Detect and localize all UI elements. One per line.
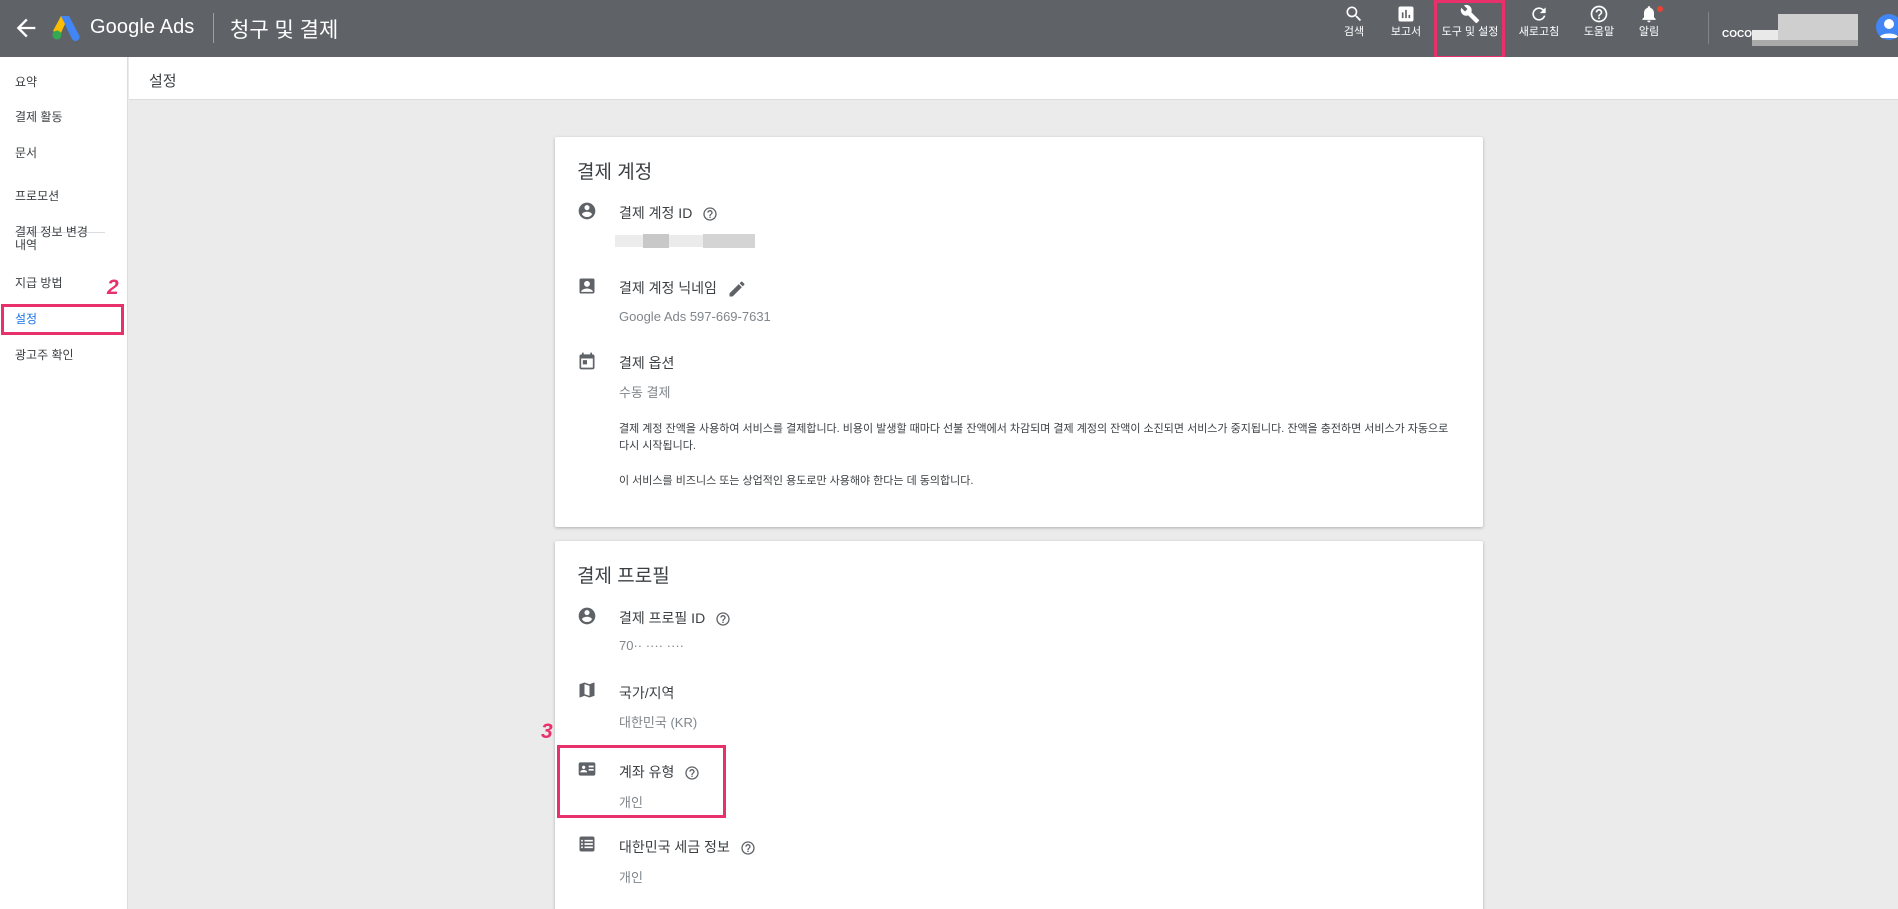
refresh-tool-label: 새로고침 — [1518, 26, 1560, 38]
account-circle-icon — [578, 607, 596, 625]
help-icon[interactable] — [740, 840, 756, 856]
sidebar-item-documents[interactable]: 문서 — [15, 147, 37, 160]
highlight-box-settings — [1, 304, 124, 335]
list-icon — [579, 836, 595, 852]
page-subheader: 설정 — [129, 57, 1898, 100]
notification-dot — [1657, 6, 1663, 12]
account-circle-icon — [578, 202, 596, 220]
sidebar-item-advertiser-verification[interactable]: 광고주 확인 — [15, 349, 74, 362]
page-title: 설정 — [149, 73, 177, 90]
avatar[interactable] — [1876, 14, 1898, 40]
contact-card-icon — [579, 278, 595, 294]
reports-tool-button[interactable]: 보고서 — [1385, 4, 1427, 38]
redacted-id-block — [669, 235, 703, 247]
help-circle-icon — [1590, 5, 1608, 23]
notifications-tool-label: 알림 — [1638, 26, 1660, 38]
annotation-marker-2: 2 — [107, 276, 119, 299]
sidebar: 요약 결제 활동 문서 프로모션 결제 정보 변경 내역 지급 방법 설정 광고… — [0, 57, 128, 909]
profile-id-label-text: 결제 프로필 ID — [619, 610, 706, 626]
map-icon — [579, 682, 595, 698]
google-ads-logo-icon — [52, 16, 80, 41]
user-avatar-icon — [1879, 19, 1898, 38]
calendar-icon — [579, 352, 595, 370]
tax-info-label: 대한민국 세금 정보 — [619, 837, 756, 857]
brand-name: Google Ads — [90, 16, 195, 38]
profile-id-label: 결제 프로필 ID — [619, 608, 731, 628]
search-tool-button[interactable]: 검색 — [1335, 4, 1373, 38]
payment-account-id-label-text: 결제 계정 ID — [619, 205, 693, 221]
redacted-id-block — [703, 234, 755, 248]
country-value: 대한민국 (KR) — [619, 715, 698, 730]
payment-profile-card: 결제 프로필 결제 프로필 ID 70·· ···· ···· 국가/지역 대한… — [555, 541, 1483, 909]
tax-info-label-text: 대한민국 세금 정보 — [619, 839, 730, 855]
header-divider — [213, 13, 214, 43]
business-use-agreement: 이 서비스를 비즈니스 또는 상업적인 용도로만 사용해야 한다는 데 동의합니… — [619, 475, 974, 487]
tax-info-value: 개인 — [619, 870, 643, 885]
sidebar-item-payment-history[interactable]: 결제 정보 변경 내역 — [15, 226, 97, 252]
sidebar-item-payment-methods[interactable]: 지급 방법 — [15, 277, 63, 290]
payment-option-label: 결제 옵션 — [619, 355, 675, 371]
edit-pencil-icon[interactable] — [727, 279, 747, 299]
annotation-marker-3: 3 — [541, 720, 553, 743]
redacted-id-block — [615, 235, 643, 247]
payment-profile-title: 결제 프로필 — [577, 566, 670, 587]
reports-tool-label: 보고서 — [1390, 26, 1422, 38]
sidebar-item-payment-activity[interactable]: 결제 활동 — [15, 111, 63, 124]
payment-option-description: 결제 계정 잔액을 사용하여 서비스를 결제합니다. 비용이 발생할 때마다 선… — [619, 423, 1449, 452]
refresh-tool-button[interactable]: 새로고침 — [1515, 4, 1563, 38]
redacted-id-block — [643, 234, 669, 248]
search-tool-label: 검색 — [1343, 26, 1365, 38]
payment-account-title: 결제 계정 — [577, 162, 653, 183]
nickname-label: 결제 계정 닉네임 — [619, 278, 747, 299]
country-label: 국가/지역 — [619, 685, 675, 701]
highlight-box-tools — [1434, 0, 1505, 59]
payment-option-value: 수동 결제 — [619, 385, 671, 400]
refresh-icon — [1532, 7, 1546, 21]
reports-icon — [1398, 6, 1414, 22]
bell-icon — [1642, 6, 1656, 23]
account-redacted-block — [1752, 40, 1858, 46]
back-arrow-icon[interactable] — [12, 14, 40, 42]
payment-account-id-label: 결제 계정 ID — [619, 203, 718, 223]
help-tool-button[interactable]: 도움말 — [1577, 4, 1621, 38]
highlight-box-account-type — [557, 745, 726, 818]
nickname-value: Google Ads 597-669-7631 — [619, 309, 771, 324]
top-bar: Google Ads 청구 및 결제 검색 보고서 도구 및 설정 새로고침 도… — [0, 0, 1898, 57]
help-icon[interactable] — [715, 611, 731, 627]
help-icon[interactable] — [702, 206, 718, 222]
profile-id-value: 70·· ···· ···· — [619, 638, 684, 653]
help-tool-label: 도움말 — [1583, 26, 1615, 38]
account-divider — [1708, 12, 1709, 44]
account-redacted-block — [1778, 14, 1858, 40]
notifications-tool-button[interactable]: 알림 — [1634, 4, 1664, 38]
sidebar-item-promotions[interactable]: 프로모션 — [15, 190, 59, 203]
app-title: 청구 및 결제 — [230, 19, 339, 42]
sidebar-item-summary[interactable]: 요약 — [15, 76, 37, 89]
search-icon — [1346, 6, 1362, 22]
nickname-label-text: 결제 계정 닉네임 — [619, 280, 717, 296]
payment-account-card: 결제 계정 결제 계정 ID 결제 계정 닉네임 Google Ads 597-… — [555, 137, 1483, 527]
